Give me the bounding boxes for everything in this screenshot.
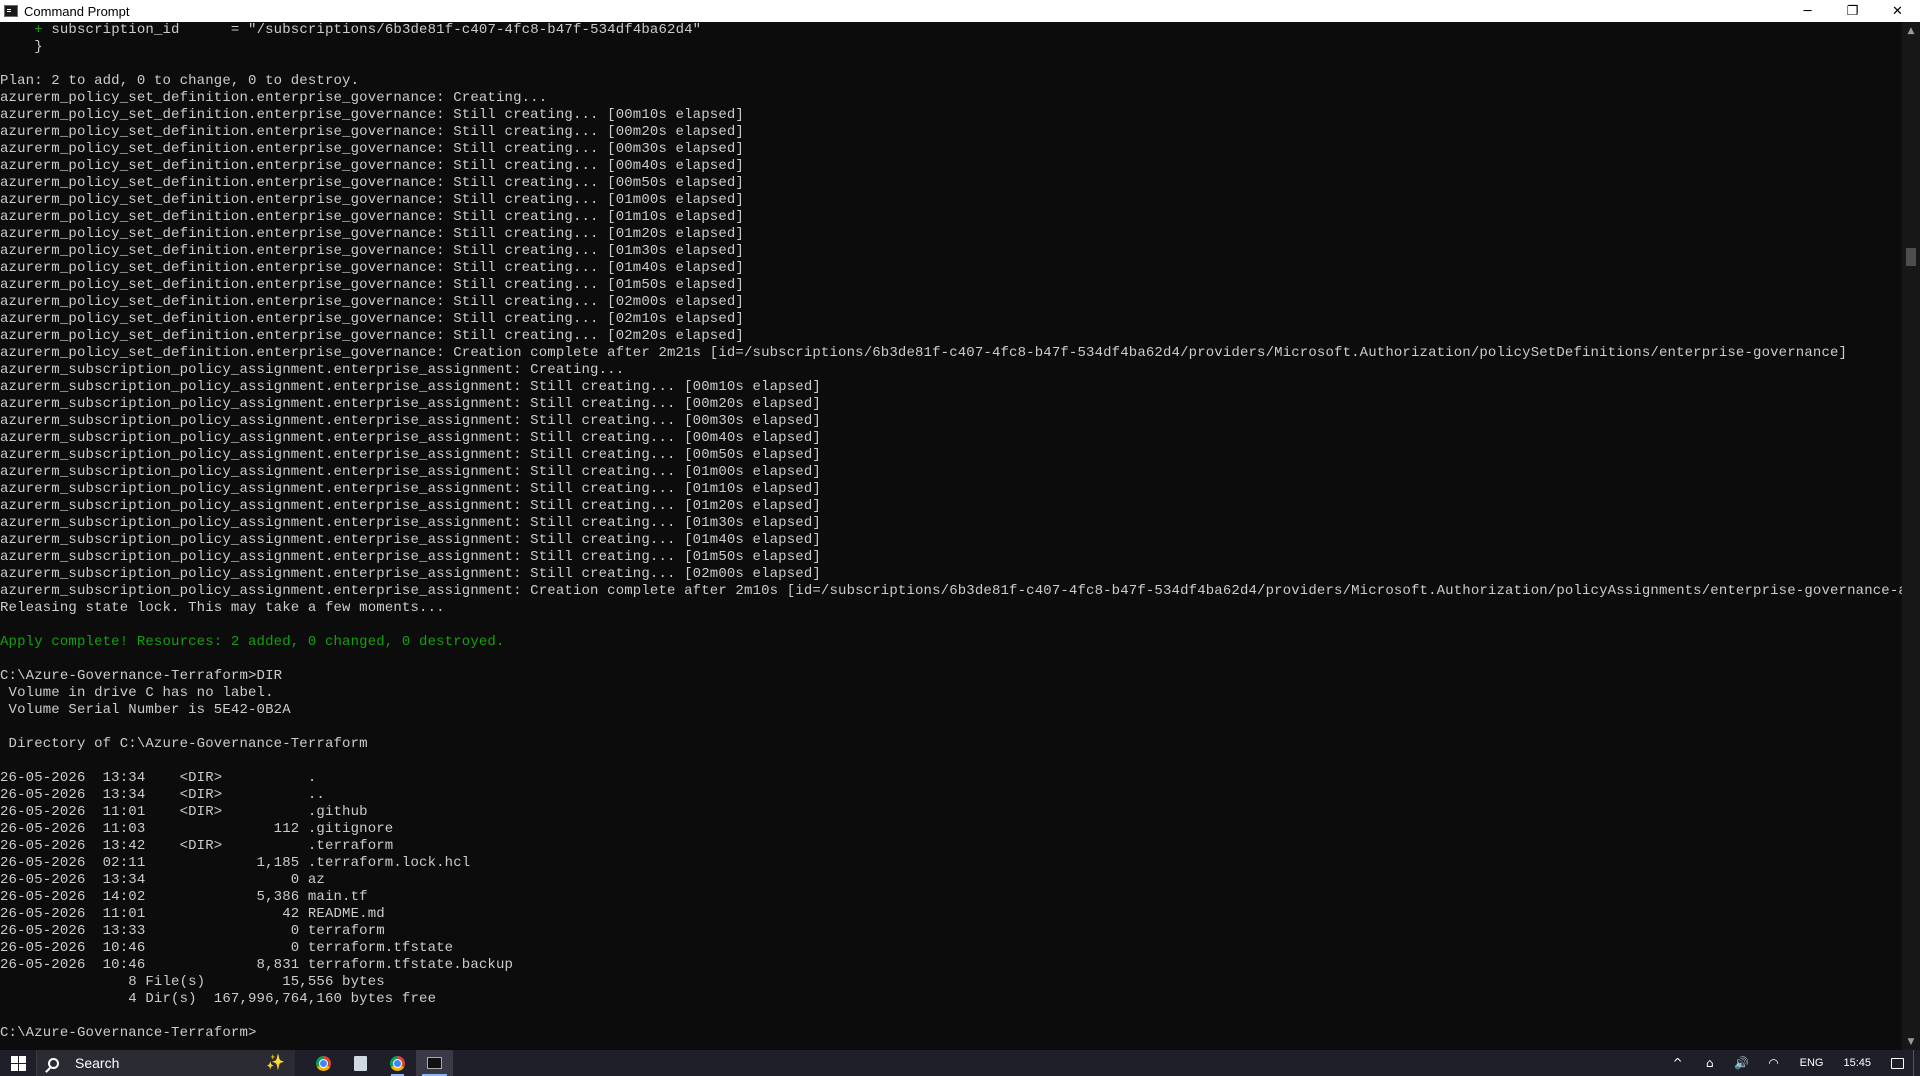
scroll-down-button[interactable]: ▼ <box>1902 1033 1920 1050</box>
minimize-button[interactable]: ─ <box>1785 0 1830 22</box>
console-line: 26-05-2026 13:34 <DIR> .. <box>0 787 325 803</box>
console-output[interactable]: + subscription_id = "/subscriptions/6b3d… <box>0 22 1902 1050</box>
console-line: azurerm_subscription_policy_assignment.e… <box>0 413 821 429</box>
windows-logo-icon <box>10 1055 26 1071</box>
console-line: azurerm_policy_set_definition.enterprise… <box>0 158 744 174</box>
console-line: 26-05-2026 13:34 0 az <box>0 872 325 888</box>
console-line: C:\Azure-Governance-Terraform> <box>0 1025 257 1041</box>
console-line: azurerm_policy_set_definition.enterprise… <box>0 90 548 106</box>
console-line: 4 Dir(s) 167,996,764,160 bytes free <box>0 991 437 1007</box>
console-line: azurerm_policy_set_definition.enterprise… <box>0 141 744 157</box>
console-line: } <box>0 39 43 55</box>
taskbar-chrome-button-2[interactable] <box>379 1050 416 1076</box>
console-line: azurerm_subscription_policy_assignment.e… <box>0 549 821 565</box>
console-line: azurerm_policy_set_definition.enterprise… <box>0 328 744 344</box>
maximize-button[interactable]: ❐ <box>1830 0 1875 22</box>
console-line: 26-05-2026 10:46 8,831 terraform.tfstate… <box>0 957 514 973</box>
console-line: azurerm_policy_set_definition.enterprise… <box>0 107 744 123</box>
window-controls: ─ ❐ ✕ <box>1785 0 1920 22</box>
window-title: Command Prompt <box>24 3 130 19</box>
console-line: 26-05-2026 13:33 0 terraform <box>0 923 385 939</box>
console-line: Directory of C:\Azure-Governance-Terrafo… <box>0 736 368 752</box>
chrome-icon <box>390 1055 405 1071</box>
console-line: 8 File(s) 15,556 bytes <box>0 974 385 990</box>
language-indicator[interactable]: ENG <box>1790 1057 1834 1069</box>
console-line: azurerm_subscription_policy_assignment.e… <box>0 464 821 480</box>
console-line: Volume in drive C has no label. <box>0 685 274 701</box>
close-button[interactable]: ✕ <box>1875 0 1920 22</box>
console-line: azurerm_subscription_policy_assignment.e… <box>0 532 821 548</box>
console-line: Releasing state lock. This may take a fe… <box>0 600 445 616</box>
console-line: Plan: 2 to add, 0 to change, 0 to destro… <box>0 73 360 89</box>
console-line: azurerm_subscription_policy_assignment.e… <box>0 379 821 395</box>
console-line: azurerm_policy_set_definition.enterprise… <box>0 311 744 327</box>
taskbar-file-explorer-button[interactable] <box>342 1050 379 1076</box>
console-line: azurerm_subscription_policy_assignment.e… <box>0 396 821 412</box>
console-line: azurerm_subscription_policy_assignment.e… <box>0 447 821 463</box>
wifi-icon[interactable]: ◠ <box>1758 1050 1790 1076</box>
console-line: 26-05-2026 13:42 <DIR> .terraform <box>0 838 394 854</box>
console-line: 26-05-2026 11:01 42 README.md <box>0 906 385 922</box>
console-line: azurerm_policy_set_definition.enterprise… <box>0 260 744 276</box>
console-line: azurerm_subscription_policy_assignment.e… <box>0 583 1902 599</box>
search-placeholder: Search <box>75 1055 120 1071</box>
console-line: azurerm_subscription_policy_assignment.e… <box>0 430 821 446</box>
search-icon <box>48 1057 59 1069</box>
console-line: azurerm_policy_set_definition.enterprise… <box>0 175 744 191</box>
console-line: azurerm_policy_set_definition.enterprise… <box>0 345 1848 361</box>
console-line: 26-05-2026 02:11 1,185 .terraform.lock.h… <box>0 855 471 871</box>
taskbar-search-box[interactable]: Search ✨ <box>36 1050 295 1076</box>
command-prompt-icon <box>4 5 18 17</box>
taskbar: Search ✨ ^ ⌂ 🔊 ◠ ENG 15:45 <box>0 1050 1920 1076</box>
file-explorer-icon <box>354 1055 367 1071</box>
console-line: Apply complete! Resources: 2 added, 0 ch… <box>0 634 505 650</box>
volume-icon[interactable]: 🔊 <box>1726 1050 1758 1076</box>
notifications-icon <box>1890 1057 1904 1069</box>
scroll-up-button[interactable]: ▲ <box>1902 22 1920 39</box>
console-line: C:\Azure-Governance-Terraform>DIR <box>0 668 283 684</box>
show-hidden-icons-chevron-icon[interactable]: ^ <box>1662 1050 1694 1076</box>
chrome-icon <box>316 1055 331 1071</box>
notifications-button[interactable] <box>1881 1050 1913 1076</box>
taskbar-command-prompt-button[interactable] <box>416 1050 453 1076</box>
taskbar-apps <box>305 1050 453 1076</box>
console-line: azurerm_subscription_policy_assignment.e… <box>0 566 821 582</box>
network-icon[interactable]: ⌂ <box>1694 1050 1726 1076</box>
console-line: 26-05-2026 11:01 <DIR> .github <box>0 804 368 820</box>
command-prompt-window: Command Prompt ─ ❐ ✕ + subscription_id =… <box>0 0 1920 1050</box>
console-line: azurerm_policy_set_definition.enterprise… <box>0 226 744 242</box>
console-line: 26-05-2026 13:34 <DIR> . <box>0 770 317 786</box>
console-line: azurerm_policy_set_definition.enterprise… <box>0 124 744 140</box>
system-tray: ^ ⌂ 🔊 ◠ ENG 15:45 <box>1662 1050 1920 1076</box>
taskbar-chrome-button[interactable] <box>305 1050 342 1076</box>
console-line: azurerm_subscription_policy_assignment.e… <box>0 362 625 378</box>
console-line: azurerm_policy_set_definition.enterprise… <box>0 209 744 225</box>
console-line: azurerm_subscription_policy_assignment.e… <box>0 481 821 497</box>
console-line: 26-05-2026 11:03 112 .gitignore <box>0 821 394 837</box>
console-line: azurerm_policy_set_definition.enterprise… <box>0 192 744 208</box>
start-button[interactable] <box>0 1050 36 1076</box>
clock[interactable]: 15:45 <box>1833 1057 1881 1069</box>
command-prompt-icon <box>427 1057 442 1069</box>
console-line: Volume Serial Number is 5E42-0B2A <box>0 702 291 718</box>
show-desktop-button[interactable] <box>1913 1050 1920 1076</box>
console-line: azurerm_policy_set_definition.enterprise… <box>0 243 744 259</box>
console-line: azurerm_subscription_policy_assignment.e… <box>0 498 821 514</box>
console-line: azurerm_policy_set_definition.enterprise… <box>0 277 744 293</box>
title-bar[interactable]: Command Prompt ─ ❐ ✕ <box>0 0 1920 22</box>
scroll-thumb[interactable] <box>1906 248 1916 266</box>
vertical-scrollbar[interactable]: ▲ ▼ <box>1902 22 1920 1050</box>
sparkle-icon: ✨ <box>266 1053 285 1071</box>
console-line: azurerm_subscription_policy_assignment.e… <box>0 515 821 531</box>
console-line: azurerm_policy_set_definition.enterprise… <box>0 294 744 310</box>
console-line: 26-05-2026 14:02 5,386 main.tf <box>0 889 368 905</box>
console-line: 26-05-2026 10:46 0 terraform.tfstate <box>0 940 454 956</box>
console-line: + subscription_id = "/subscriptions/6b3d… <box>34 22 702 38</box>
